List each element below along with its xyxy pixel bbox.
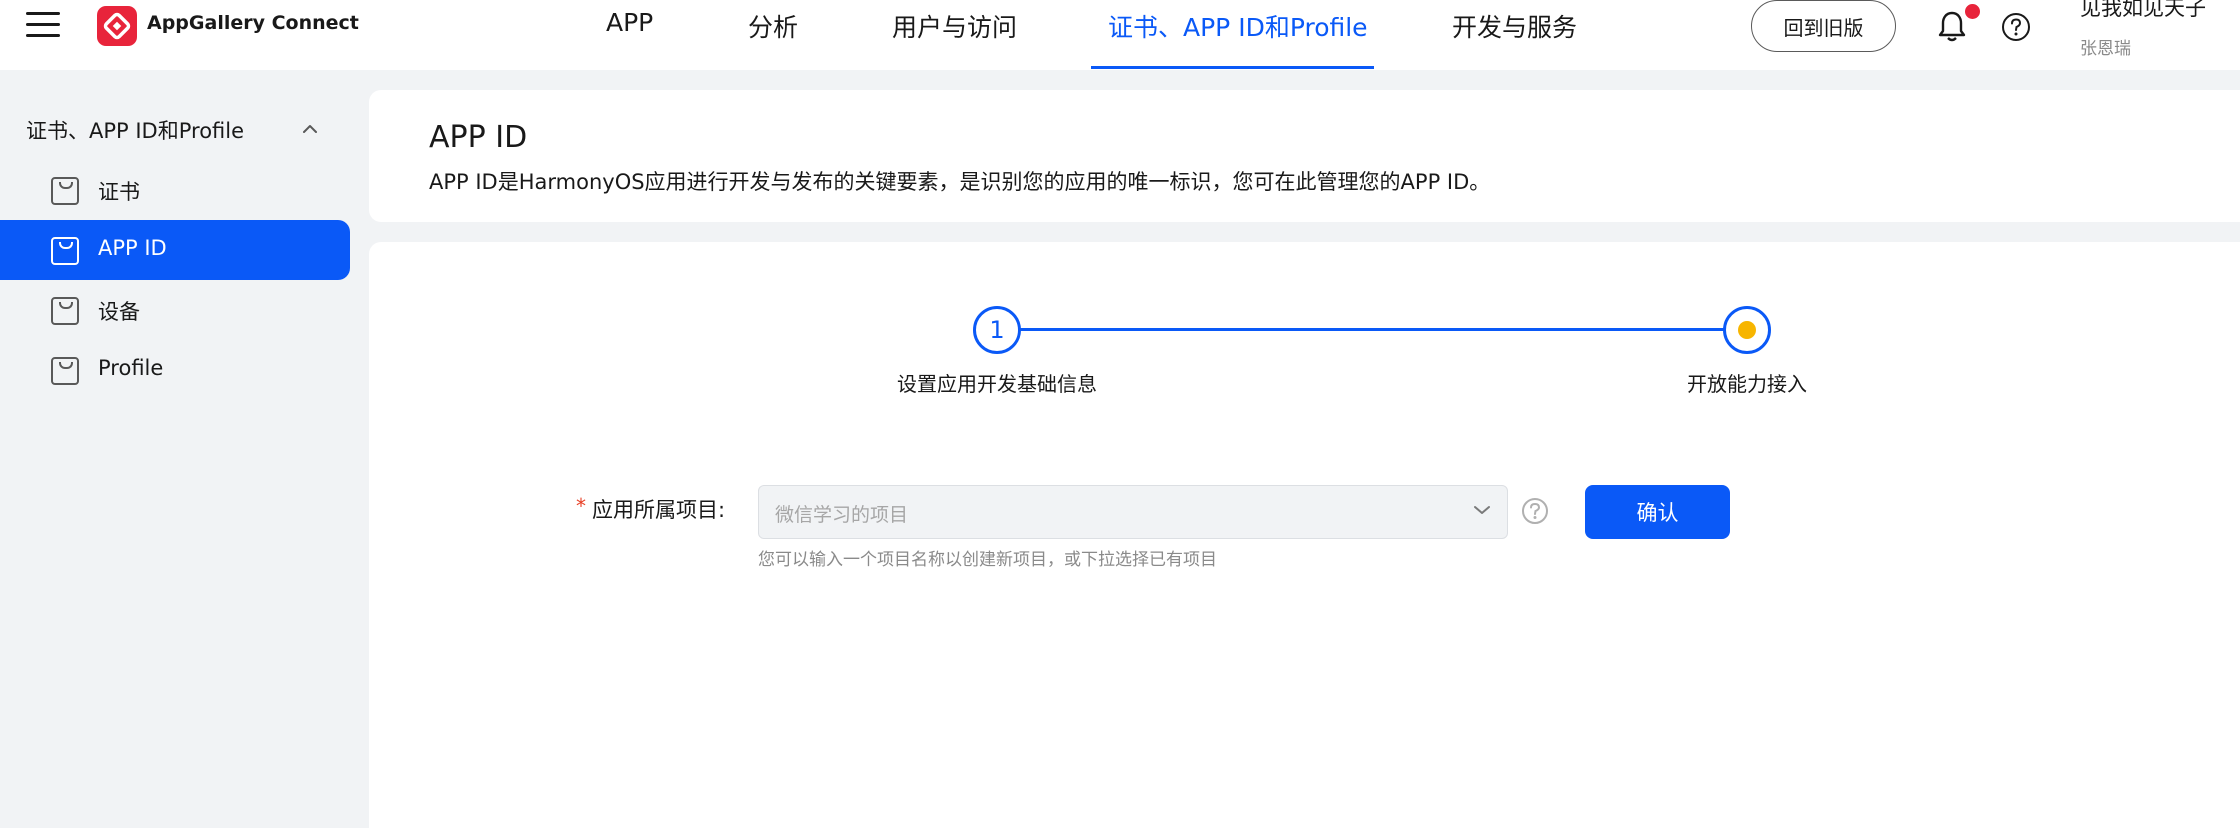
bag-icon [51,177,79,205]
confirm-button[interactable]: 确认 [1585,485,1730,539]
step-1-indicator: 1 [973,306,1021,354]
nav-analytics[interactable]: 分析 [748,8,798,44]
chevron-down-icon [1474,506,1490,514]
page-title: APP ID [429,120,528,155]
help-icon[interactable] [2001,12,2031,42]
bag-icon [51,297,79,325]
page-header-card: APP ID APP ID是HarmonyOS应用进行开发与发布的关键要素，是识… [369,90,2240,222]
required-mark: * [576,494,586,518]
sidebar: 证书、APP ID和Profile 证书 APP ID 设备 Profile [0,70,350,828]
chevron-up-icon[interactable] [302,124,318,134]
nav-cert-appid-profile[interactable]: 证书、APP ID和Profile [1108,8,1368,44]
step-2-indicator [1723,306,1771,354]
project-field-hint: 您可以输入一个项目名称以创建新项目，或下拉选择已有项目 [758,550,1217,570]
active-tab-indicator [1091,66,1374,69]
sidebar-item-app-id[interactable]: APP ID [0,220,350,280]
project-select[interactable]: 微信学习的项目 [758,485,1508,539]
sidebar-item-profile[interactable]: Profile [0,340,350,400]
menu-icon[interactable] [26,12,60,38]
appgallery-logo-icon[interactable] [97,6,137,46]
sidebar-item-label: Profile [98,356,164,380]
nav-users-access[interactable]: 用户与访问 [892,8,1017,44]
step-1-label: 设置应用开发基础信息 [897,372,1097,396]
bag-icon [51,237,79,265]
sidebar-item-certificates[interactable]: 证书 [0,160,350,220]
page-description: APP ID是HarmonyOS应用进行开发与发布的关键要素，是识别您的应用的唯… [429,170,1491,194]
back-to-old-version-button[interactable]: 回到旧版 [1751,0,1896,52]
bag-icon [51,357,79,385]
nav-dev-services[interactable]: 开发与服务 [1452,8,1577,44]
field-help-icon[interactable] [1521,497,1549,525]
project-select-value: 微信学习的项目 [775,504,909,526]
sidebar-item-label: 证书 [98,180,140,204]
stepper-connector [1020,328,1727,331]
notification-badge [1965,4,1980,19]
brand-name[interactable]: AppGallery Connect [147,12,359,34]
user-display-name[interactable]: 见我如见天子 [2080,0,2206,22]
sidebar-item-label: APP ID [98,236,167,260]
sidebar-group-label[interactable]: 证书、APP ID和Profile [26,115,244,145]
step-1-number: 1 [989,316,1005,344]
user-account-name: 张恩瑞 [2080,39,2131,59]
nav-app[interactable]: APP [606,8,653,37]
step-2-label: 开放能力接入 [1687,372,1807,396]
project-field-label: 应用所属项目: [592,498,726,522]
sidebar-item-devices[interactable]: 设备 [0,280,350,340]
current-step-dot [1738,321,1756,339]
top-bar: AppGallery Connect APP 分析 用户与访问 证书、APP I… [0,0,2240,70]
sidebar-item-label: 设备 [98,300,140,324]
bell-icon[interactable] [1937,10,1967,42]
